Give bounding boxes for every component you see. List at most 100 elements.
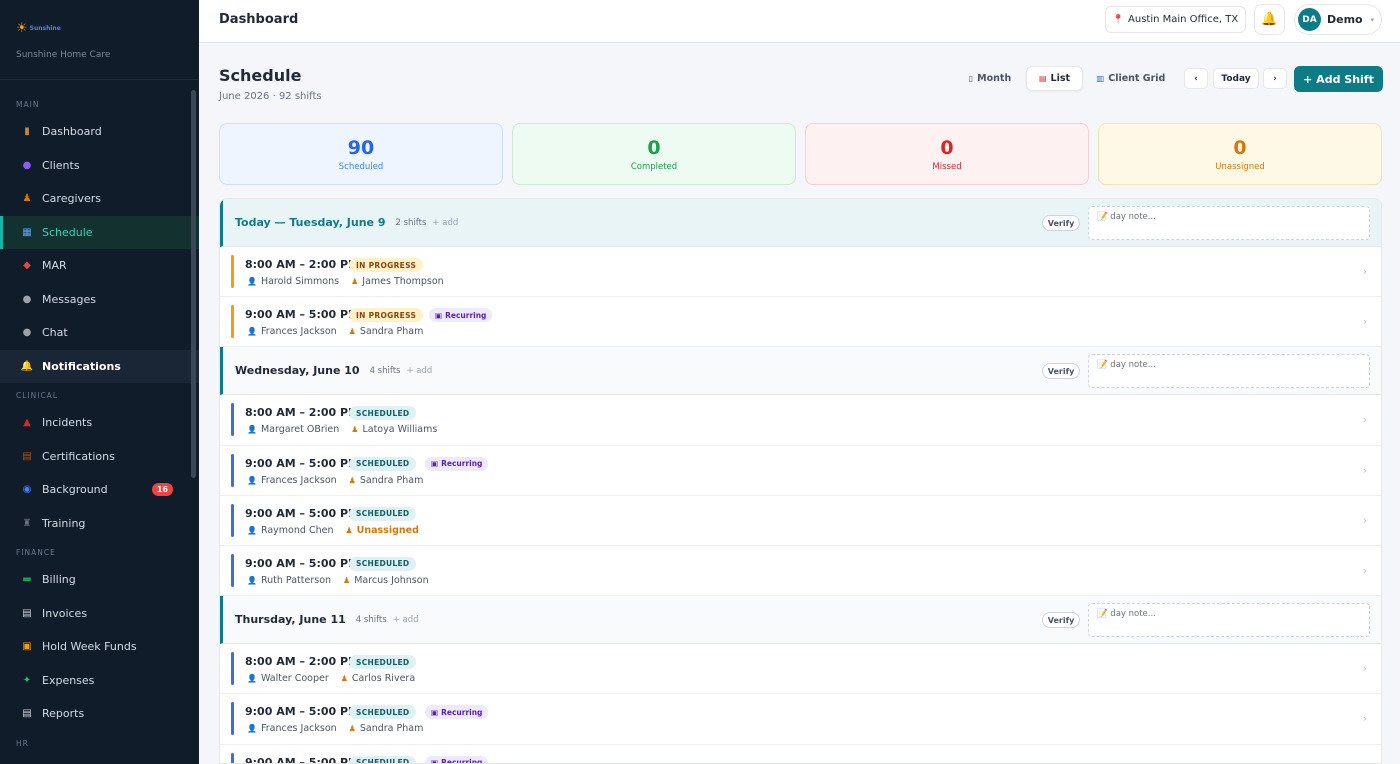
avatar: DA [1298,8,1321,31]
day-add-link[interactable]: + add [393,615,419,625]
caregiver-name[interactable]: Carlos Rivera [352,673,415,684]
caregiver-name[interactable]: Sandra Pham [360,475,423,486]
shift-row[interactable]: 8:00 AM – 2:00 PM SCHEDULED 👤 Walter Cooper… [220,644,1381,695]
chevron-down-icon: ▾ [1370,15,1375,24]
sidebar-item-dashboard[interactable]: ▮ Dashboard [0,115,199,149]
caregiver-icon: ♟ [351,277,359,286]
location-selector[interactable]: 📍 Austin Main Office, TX [1105,6,1246,33]
caregiver-icon: ♟ [343,575,351,585]
shift-row[interactable]: 9:00 AM – 5:00 PM IN PROGRESS ▣ Recurring 👤 F… [220,297,1381,348]
sidebar-item-background[interactable]: ◉ Background 16 [0,473,199,507]
client-name[interactable]: Frances Jackson [261,475,337,486]
verify-button[interactable]: Verify [1042,215,1080,231]
sidebar-item-mar[interactable]: ◆ MAR [0,249,199,283]
status-badge: SCHEDULED [349,406,417,421]
sidebar-item-hold-week-funds[interactable]: ▣ Hold Week Funds [0,630,199,664]
client-name[interactable]: Harold Simmons [261,276,339,287]
top-bar: Dashboard 📍 Austin Main Office, TX 🔔 DA … [199,0,1400,43]
recurring-label: Recurring [441,707,483,717]
sidebar-item-certifications[interactable]: ▤ Certifications [0,440,199,474]
client-name[interactable]: Frances Jackson [261,326,337,337]
sidebar-item-invoices[interactable]: ▤ Invoices [0,597,199,631]
client-icon: 👤 [247,277,257,286]
shift-row[interactable]: 9:00 AM – 5:00 PM SCHEDULED 👤 Ruth Patterso… [220,546,1381,597]
client-name[interactable]: Ruth Patterson [261,575,331,586]
day-add-link[interactable]: + add [432,218,458,228]
sidebar-scrollbar[interactable] [191,90,196,478]
client-name[interactable]: Margaret OBrien [261,424,339,435]
recurring-badge: ▣ Recurring [425,755,489,763]
shift-time: 8:00 AM – 2:00 PM [245,258,360,271]
sidebar-item-chat[interactable]: ● Chat [0,316,199,350]
verify-button[interactable]: Verify [1042,612,1080,629]
sidebar-item-billing[interactable]: ▬ Billing [0,563,199,597]
caregiver-name[interactable]: Marcus Johnson [354,575,428,586]
client-name[interactable]: Walter Cooper [261,673,329,684]
client-icon: 👤 [247,575,257,585]
sidebar-item-expenses[interactable]: ✦ Expenses [0,664,199,698]
shift-status-bar [231,453,234,487]
shift-row[interactable]: 8:00 AM – 2:00 PM SCHEDULED 👤 Margaret OBri… [220,395,1381,446]
caregiver-name[interactable]: Sandra Pham [360,723,423,734]
sidebar-item-schedule[interactable]: ▦ Schedule [0,215,199,249]
day-note-placeholder: day note... [1110,212,1156,222]
view-list-button[interactable]: ▤ List [1026,66,1083,91]
shift-row[interactable]: 9:00 AM – 5:00 PMSCHEDULED▣Recurring› [220,745,1381,763]
chevron-right-icon: › [1362,662,1367,676]
shift-row[interactable]: 9:00 AM – 5:00 PM SCHEDULED ▣ Recurring 👤 Fra… [220,446,1381,496]
view-list-label: List [1050,73,1071,84]
day-add-link[interactable]: + add [406,366,432,376]
sidebar-item-reports[interactable]: ▤ Reports [0,697,199,731]
caregiver-name[interactable]: Unassigned [357,525,419,536]
caregiver-name[interactable]: Sandra Pham [360,326,423,337]
caregiver-name[interactable]: James Thompson [362,276,443,287]
stat-label: Unassigned [1215,161,1265,172]
day-title: Wednesday, June 10 [235,364,360,378]
shift-people: 👤 Walter Cooper ♟ Carlos Rivera [247,673,415,684]
sidebar-item-label: Invoices [42,606,88,620]
shift-row[interactable]: 8:00 AM – 2:00 PM IN PROGRESS 👤 Harold Simm… [220,247,1381,298]
view-month-button[interactable]: ▯ Month [962,66,1018,91]
recurring-label: Recurring [441,459,483,469]
location-label: Austin Main Office, TX [1128,14,1239,25]
status-badge: IN PROGRESS [349,258,424,272]
shift-row[interactable]: 9:00 AM – 5:00 PM SCHEDULED ▣ Recurring 👤 Fra… [220,694,1381,745]
day-header: Thursday, June 11 4 shifts + add Verify 📝 da… [220,596,1381,645]
next-button[interactable]: › [1263,68,1287,89]
sidebar-item-training[interactable]: ♜ Training [0,507,199,541]
add-shift-button[interactable]: + Add Shift [1294,66,1383,92]
today-button[interactable]: Today [1213,68,1259,89]
sidebar-item-messages[interactable]: ● Messages [0,283,199,317]
day-note-input[interactable]: 📝 day note... [1088,206,1370,240]
notifications-button[interactable]: 🔔 [1254,4,1285,35]
shift-time: 9:00 AM – 5:00 PM [245,556,360,570]
logo[interactable]: ☀ Sunshine [16,16,183,40]
status-badge: SCHEDULED [349,456,417,471]
caregiver-icon: ♟ [340,674,348,684]
day-note-input[interactable]: 📝 day note... [1088,603,1370,638]
user-menu[interactable]: DA Demo ▾ [1294,4,1382,35]
caregiver-name[interactable]: Latoya Williams [362,424,437,435]
search-icon: ◉ [22,484,32,496]
sidebar-item-notifications[interactable]: 🔔 Notifications [0,349,199,383]
status-badge: SCHEDULED [349,655,417,670]
sidebar-item-caregivers[interactable]: ♟ Caregivers [0,182,199,216]
client-name[interactable]: Frances Jackson [261,723,337,734]
money-icon: ▬ [22,574,32,586]
view-client-grid-button[interactable]: ▥ Client Grid [1091,66,1171,91]
main-content: Schedule June 2026 · 92 shifts ▯ Month ▤… [199,44,1400,764]
sidebar-item-label: Certifications [42,449,115,463]
client-icon: 👤 [247,525,257,535]
verify-button[interactable]: Verify [1042,363,1080,380]
shift-row[interactable]: 9:00 AM – 5:00 PM SCHEDULED 👤 Raymond Chen ♟… [220,496,1381,546]
sidebar-item-incidents[interactable]: ▲ Incidents [0,406,199,440]
report-icon: ▤ [22,708,32,720]
day-note-input[interactable]: 📝 day note... [1088,354,1370,389]
chevron-right-icon: › [1362,413,1367,427]
prev-button[interactable]: ‹ [1184,68,1208,89]
sidebar-item-clients[interactable]: ● Clients [0,149,199,183]
client-name[interactable]: Raymond Chen [261,525,334,536]
caregiver-icon: ♟ [22,193,32,205]
caregiver-icon: ♟ [348,475,356,485]
sidebar-item-label: Incidents [42,416,93,430]
